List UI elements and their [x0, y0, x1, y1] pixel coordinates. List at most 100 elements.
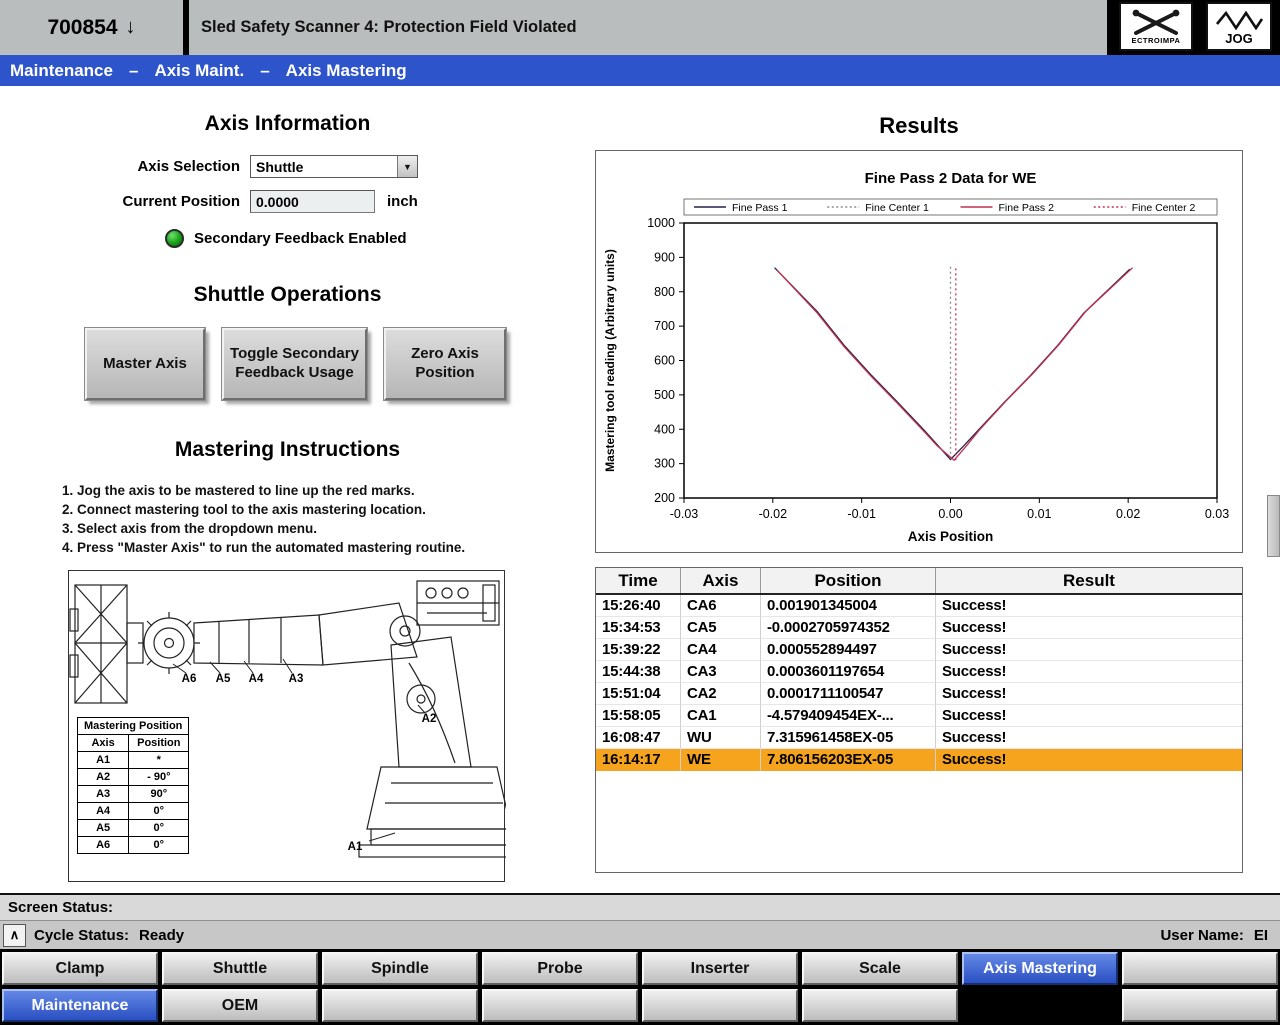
collapse-status-button[interactable]: ∧ [3, 924, 26, 947]
table-row[interactable]: 15:58:05CA1-4.579409454EX-...Success! [596, 705, 1242, 727]
secondary-feedback-indicator: Secondary Feedback Enabled [165, 229, 407, 248]
breadcrumb-item-axis-maint: Axis Maint. [154, 61, 244, 81]
svg-text:Fine Pass 2: Fine Pass 2 [999, 202, 1055, 214]
nav-button-blank[interactable] [322, 989, 478, 1022]
nav-button-probe[interactable]: Probe [482, 952, 638, 985]
dropdown-arrow-icon[interactable]: ▼ [397, 156, 417, 177]
results-chart-panel: Fine Pass 2 Data for WEFine Pass 1Fine C… [595, 150, 1243, 553]
master-axis-button[interactable]: Master Axis [85, 328, 205, 400]
table-row[interactable]: 15:39:22CA40.000552894497Success! [596, 639, 1242, 661]
user-name-label: User Name: [1160, 927, 1243, 944]
table-cell: 15:34:53 [596, 617, 681, 639]
nav-empty-cell [962, 989, 1118, 1022]
table-cell: 0.0001711100547 [761, 683, 936, 705]
axis-selection-dropdown[interactable]: Shuttle ▼ [250, 155, 418, 178]
bottom-navigation: ClampShuttleSpindleProbeInserterScaleAxi… [0, 949, 1280, 1025]
table-cell: CA1 [681, 705, 761, 727]
table-cell: Success! [936, 595, 1242, 617]
nav-button-blank[interactable] [802, 989, 958, 1022]
crossed-tools-icon [1128, 8, 1184, 38]
cycle-status-bar: ∧ Cycle Status: Ready User Name: EI [0, 920, 1280, 949]
nav-button-blank[interactable] [482, 989, 638, 1022]
alarm-bar: 700854 ↓ Sled Safety Scanner 4: Protecti… [0, 0, 1280, 55]
table-cell: CA6 [681, 595, 761, 617]
svg-text:Mastering tool reading (Arbitr: Mastering tool reading (Arbitrary units) [603, 249, 617, 472]
table-row[interactable]: 16:14:17WE7.806156203EX-05Success! [596, 749, 1242, 771]
nav-button-blank[interactable] [1122, 952, 1278, 985]
mastering-table-cell: 0° [129, 820, 189, 837]
current-position-field[interactable] [250, 190, 375, 213]
table-row[interactable]: 15:34:53CA5-0.0002705974352Success! [596, 617, 1242, 639]
nav-button-scale[interactable]: Scale [802, 952, 958, 985]
shuttle-operations-title: Shuttle Operations [60, 283, 515, 307]
svg-text:800: 800 [654, 285, 675, 299]
instruction-step: 3. Select axis from the dropdown menu. [62, 519, 532, 538]
svg-text:-0.03: -0.03 [670, 507, 699, 521]
svg-text:0.00: 0.00 [938, 507, 962, 521]
mastering-table-header: Position [129, 735, 189, 752]
mastering-table-cell: A4 [78, 803, 129, 820]
results-table: TimeAxisPositionResult 15:26:40CA60.0019… [595, 567, 1243, 873]
toggle-secondary-feedback-button[interactable]: Toggle Secondary Feedback Usage [222, 328, 367, 400]
results-column-header: Axis [681, 568, 761, 593]
jog-label: JOG [1225, 31, 1252, 46]
mastering-table-cell: A1 [78, 752, 129, 769]
alarm-down-arrow-icon: ↓ [126, 16, 136, 39]
nav-button-axis-mastering[interactable]: Axis Mastering [962, 952, 1118, 985]
axis-information-title: Axis Information [60, 112, 515, 136]
results-column-header: Time [596, 568, 681, 593]
results-column-header: Result [936, 568, 1242, 593]
table-row[interactable]: 15:51:04CA20.0001711100547Success! [596, 683, 1242, 705]
mastering-table-cell: 0° [129, 803, 189, 820]
instruction-step: 4. Press "Master Axis" to run the automa… [62, 538, 532, 557]
alarm-number: 700854 [47, 16, 117, 40]
svg-text:Fine Center 2: Fine Center 2 [1132, 202, 1196, 214]
user-name-value: EI [1254, 927, 1268, 944]
svg-text:Fine Pass 1: Fine Pass 1 [732, 202, 788, 214]
results-chart: Fine Pass 2 Data for WEFine Pass 1Fine C… [596, 151, 1244, 554]
mastering-table-row: A60° [78, 837, 189, 854]
secondary-feedback-label: Secondary Feedback Enabled [194, 230, 407, 247]
svg-text:-0.02: -0.02 [759, 507, 788, 521]
instruction-step: 1. Jog the axis to be mastered to line u… [62, 481, 532, 500]
svg-text:0.02: 0.02 [1116, 507, 1140, 521]
jog-zigzag-icon [1213, 8, 1265, 32]
nav-button-oem[interactable]: OEM [162, 989, 318, 1022]
zero-axis-position-button[interactable]: Zero Axis Position [384, 328, 506, 400]
robot-axis-label: A6 [182, 673, 197, 685]
mastering-table-header: Axis [78, 735, 129, 752]
robot-axis-label: A3 [289, 673, 304, 685]
nav-button-inserter[interactable]: Inserter [642, 952, 798, 985]
instructions-list: 1. Jog the axis to be mastered to line u… [62, 481, 532, 557]
current-position-label: Current Position [60, 193, 240, 210]
nav-button-maintenance[interactable]: Maintenance [2, 989, 158, 1022]
results-title: Results [595, 113, 1243, 139]
nav-button-shuttle[interactable]: Shuttle [162, 952, 318, 985]
table-cell: CA3 [681, 661, 761, 683]
table-row[interactable]: 16:08:47WU7.315961458EX-05Success! [596, 727, 1242, 749]
svg-text:Fine Center 1: Fine Center 1 [865, 202, 929, 214]
mastering-table-row: A2- 90° [78, 769, 189, 786]
table-row[interactable]: 15:44:38CA30.0003601197654Success! [596, 661, 1242, 683]
svg-text:1000: 1000 [647, 216, 675, 230]
vertical-scrollbar-thumb[interactable] [1267, 495, 1280, 557]
nav-button-clamp[interactable]: Clamp [2, 952, 158, 985]
svg-text:600: 600 [654, 354, 675, 368]
mastering-table-cell: A5 [78, 820, 129, 837]
table-row[interactable]: 15:26:40CA60.001901345004Success! [596, 595, 1242, 617]
nav-button-blank[interactable] [642, 989, 798, 1022]
robot-axis-label: A5 [216, 673, 231, 685]
table-cell: 15:51:04 [596, 683, 681, 705]
jog-mode-button[interactable]: JOG [1206, 2, 1272, 51]
mastering-table-cell: - 90° [129, 769, 189, 786]
electroimpact-logo-button[interactable]: ECTROIMPA [1119, 2, 1193, 51]
alarm-number-button[interactable]: 700854 ↓ [0, 0, 186, 55]
table-cell: Success! [936, 661, 1242, 683]
nav-button-spindle[interactable]: Spindle [322, 952, 478, 985]
table-cell: WE [681, 749, 761, 771]
mastering-instructions-title: Mastering Instructions [60, 438, 515, 462]
table-cell: Success! [936, 727, 1242, 749]
table-cell: 16:08:47 [596, 727, 681, 749]
table-cell: 16:14:17 [596, 749, 681, 771]
nav-button-blank[interactable] [1122, 989, 1278, 1022]
